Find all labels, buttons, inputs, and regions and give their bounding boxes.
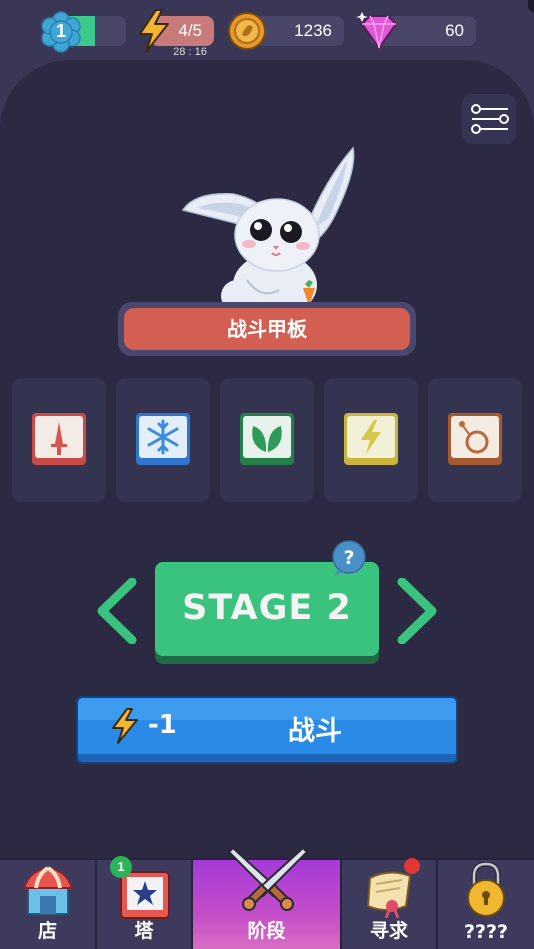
nav-shop-label: 店 [37,920,57,942]
nav-quest-label: 寻求 [369,920,408,942]
deck-slot-5[interactable] [428,378,522,502]
dagger-icon [32,413,86,465]
settings-button[interactable] [462,94,516,144]
next-stage-button[interactable] [394,578,438,644]
nav-stage-label: 阶段 [247,920,286,942]
fight-button[interactable]: -1 战斗 [76,696,458,764]
lightning-icon [344,413,398,465]
bomb-icon [448,413,502,465]
nav-quest[interactable]: 寻求 [342,860,438,949]
coin-value: 1236 [294,21,332,40]
leaf-icon [240,413,294,465]
nav-stage[interactable]: 阶段 [193,846,342,949]
energy-timer: 28 : 16 [173,46,207,58]
help-icon[interactable]: ? [330,540,368,578]
lightning-icon [112,708,138,744]
tower-notification-badge: 1 [110,856,132,878]
bottom-nav: 店 塔 阶段 寻求 ???? [0,846,534,949]
crossed-swords-icon [227,846,309,911]
deck-title[interactable]: 战斗甲板 [118,302,416,356]
nav-tower-label: 塔 [134,920,154,942]
shop-icon [22,866,74,915]
deck-slot-3[interactable] [220,378,314,502]
level-number: 1 [55,21,66,41]
quest-notification-dot [404,858,420,874]
sliders-icon [471,104,509,134]
nav-shop[interactable]: 店 [0,860,97,949]
window-corner [528,0,534,12]
gem-icon [356,12,397,49]
coin-icon [228,12,266,50]
deck-slot-2[interactable] [116,378,210,502]
star-card-icon [120,871,170,919]
deck-slot-4[interactable] [324,378,418,502]
nav-locked-label: ???? [463,921,509,943]
prev-stage-button[interactable] [96,578,140,644]
padlock-icon [467,862,505,917]
deck-slot-1[interactable] [12,378,106,502]
bunny-character [181,146,355,305]
energy-value: 4/5 [178,21,202,40]
gem-value: 60 [445,21,464,40]
nav-locked[interactable]: ???? [438,860,534,949]
help-mark: ? [343,547,354,569]
deck-title-label: 战斗甲板 [124,308,410,350]
fight-label: 战斗 [288,716,342,747]
fight-energy-cost: -1 [148,710,177,740]
snowflake-icon [136,413,190,465]
